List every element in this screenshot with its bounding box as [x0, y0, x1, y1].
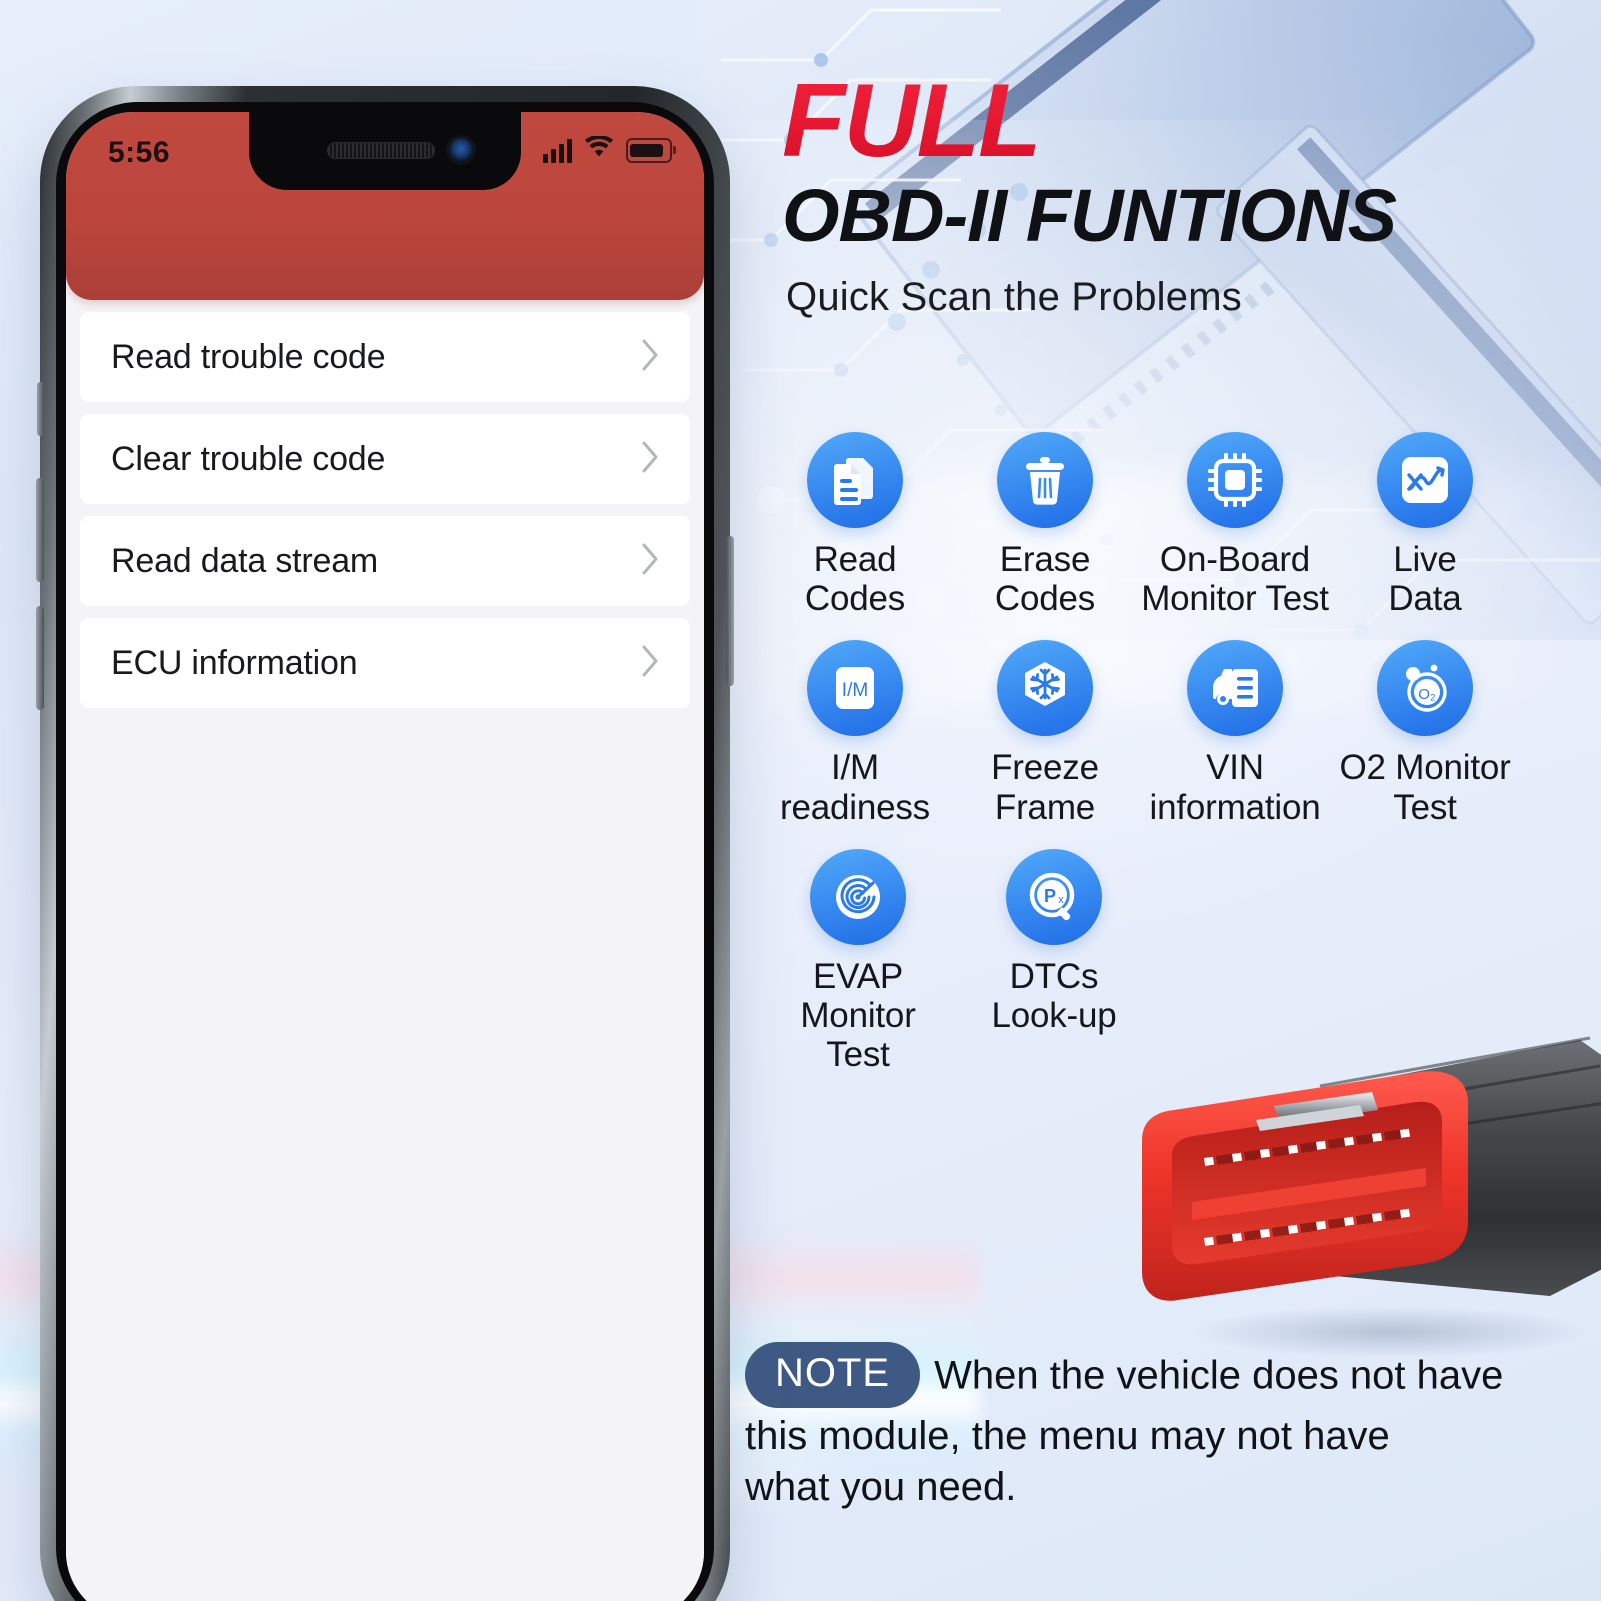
headline-block: FULL OBD-II FUNTIONS Quick Scan the Prob…	[782, 69, 1601, 320]
svg-text:x: x	[1058, 894, 1064, 906]
menu-item-ecu-information[interactable]: ECU information	[80, 618, 690, 708]
menu-item-clear-trouble-code[interactable]: Clear trouble code	[80, 414, 690, 504]
cellular-bars-icon	[543, 138, 572, 163]
magnifier-px-icon: P x	[1006, 848, 1102, 945]
vehicle-document-icon	[1187, 640, 1283, 737]
function-label: I/M readiness	[780, 748, 930, 827]
chip-icon	[1187, 432, 1283, 528]
function-label: Freeze Frame	[991, 748, 1099, 827]
function-item-o2-monitor-test[interactable]: O₂ O2 Monitor Test	[1330, 640, 1520, 827]
menu-item-label: Read trouble code	[111, 337, 386, 376]
function-item-im-readiness[interactable]: I/M I/M readiness	[760, 640, 950, 827]
obd2-connector-dongle-image	[1142, 1036, 1601, 1358]
function-item-live-data[interactable]: Live Data	[1330, 432, 1520, 618]
chevron-right-icon	[640, 440, 660, 479]
note-text-line3: what you need.	[745, 1465, 1017, 1510]
chevron-right-icon	[640, 542, 660, 581]
im-card-icon: I/M	[807, 640, 903, 737]
function-item-evap-monitor-test[interactable]: EVAP Monitor Test	[760, 848, 956, 1075]
function-grid: Read Codes Erase Codes On-Board Monitor …	[760, 432, 1520, 1074]
o2-bubbles-icon: O₂	[1377, 640, 1473, 737]
function-label: Read Codes	[804, 540, 906, 619]
function-label: O2 Monitor Test	[1339, 748, 1511, 827]
phone-power-button[interactable]	[726, 536, 734, 686]
note-text-line1: When the vehicle does not have	[934, 1353, 1504, 1398]
svg-text:P: P	[1044, 886, 1056, 906]
phone-volume-up-button[interactable]	[36, 478, 44, 582]
snowflake-icon	[997, 640, 1093, 737]
function-label: DTCs Look-up	[991, 956, 1117, 1035]
wifi-icon	[584, 134, 614, 165]
promo-banner: FULL OBD-II FUNTIONS Quick Scan the Prob…	[0, 0, 1601, 1601]
phone-volume-down-button[interactable]	[36, 606, 44, 710]
status-bar: 5:56	[66, 112, 704, 190]
battery-full-icon	[626, 138, 676, 163]
phone-silent-switch[interactable]	[37, 382, 44, 436]
headline-full: FULL	[782, 69, 1601, 173]
target-radar-icon	[810, 848, 906, 945]
menu-item-read-data-stream[interactable]: Read data stream	[80, 516, 690, 606]
note-block: NOTE When the vehicle does not have this …	[745, 1342, 1535, 1514]
function-item-vin-information[interactable]: VIN information	[1140, 640, 1330, 827]
status-time: 5:56	[108, 136, 171, 169]
function-label: VIN information	[1149, 748, 1321, 827]
phone-screen: 5:56 Read trouble code Clear trouble cod…	[66, 112, 704, 1601]
function-item-onboard-monitor-test[interactable]: On-Board Monitor Test	[1140, 432, 1330, 618]
chevron-right-icon	[640, 644, 660, 683]
documents-icon	[807, 432, 903, 528]
menu-item-read-trouble-code[interactable]: Read trouble code	[80, 312, 690, 402]
svg-text:I/M: I/M	[842, 680, 868, 701]
phone-mockup: 5:56 Read trouble code Clear trouble cod…	[36, 86, 734, 1601]
menu-item-label: Clear trouble code	[111, 439, 386, 478]
status-indicators	[543, 134, 676, 165]
line-chart-icon	[1377, 432, 1473, 528]
menu-list: Read trouble code Clear trouble code Rea…	[66, 300, 704, 1601]
function-row: I/M I/M readiness Freeze Frame VIN infor…	[760, 640, 1520, 827]
note-badge: NOTE	[745, 1342, 921, 1409]
function-label: Live Data	[1388, 540, 1462, 619]
function-item-read-codes[interactable]: Read Codes	[760, 432, 950, 618]
menu-item-label: ECU information	[111, 643, 358, 682]
menu-item-label: Read data stream	[111, 541, 379, 580]
headline-obd2-functions: OBD-II FUNTIONS	[782, 173, 1397, 257]
function-item-erase-codes[interactable]: Erase Codes	[950, 432, 1140, 618]
note-text-line2: this module, the menu may not have	[745, 1414, 1390, 1459]
headline-tagline: Quick Scan the Problems	[786, 275, 1242, 320]
function-label: EVAP Monitor Test	[800, 956, 916, 1075]
trash-icon	[997, 432, 1093, 528]
chevron-right-icon	[640, 338, 660, 377]
function-row: Read Codes Erase Codes On-Board Monitor …	[760, 432, 1520, 618]
function-label: Erase Codes	[994, 540, 1096, 619]
svg-text:O₂: O₂	[1418, 686, 1436, 703]
function-item-freeze-frame[interactable]: Freeze Frame	[950, 640, 1140, 827]
function-label: On-Board Monitor Test	[1141, 540, 1329, 619]
note-first-line: NOTE When the vehicle does not have	[745, 1342, 1535, 1411]
